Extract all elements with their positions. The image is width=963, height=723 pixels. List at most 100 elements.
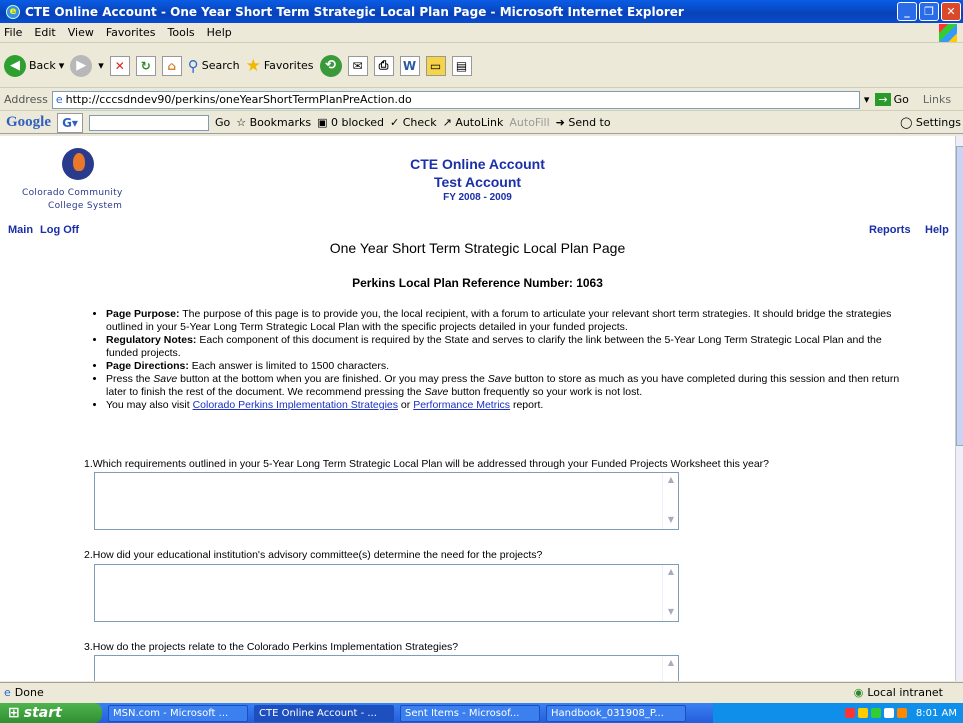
intranet-icon: ◉	[853, 686, 864, 699]
search-button[interactable]: ⚲ Search	[188, 57, 240, 75]
stop-button[interactable]: ✕	[109, 55, 130, 76]
taskbar-item-outlook[interactable]: Sent Items - Microsof...	[400, 704, 540, 722]
close-button[interactable]: ✕	[941, 2, 961, 21]
autofill-button[interactable]: AutoFill	[509, 116, 549, 129]
restore-button[interactable]: ❐	[919, 2, 939, 21]
title-bar: e CTE Online Account - One Year Short Te…	[0, 0, 963, 23]
tray-icon[interactable]	[870, 708, 881, 718]
scrollbar-thumb[interactable]	[956, 146, 963, 446]
links-button[interactable]: Links	[923, 93, 951, 106]
home-button[interactable]: ⌂	[161, 55, 182, 76]
edit-word-button[interactable]: W	[399, 55, 420, 76]
taskbar-item-handbook[interactable]: Handbook_031908_P...	[546, 704, 686, 722]
reference-number: Perkins Local Plan Reference Number: 106…	[352, 276, 603, 290]
taskbar-item-msn[interactable]: MSN.com - Microsoft ...	[108, 704, 248, 722]
tray-icon[interactable]	[883, 708, 894, 718]
instructions-list: Page Purpose: The purpose of this page i…	[106, 308, 906, 412]
back-arrow-icon: ◀	[4, 54, 26, 77]
page-content: Colorado Community College System CTE On…	[0, 136, 955, 681]
address-label: Address	[4, 93, 48, 106]
print-button[interactable]: ⎙	[373, 55, 394, 76]
header-fiscal-year: FY 2008 - 2009	[443, 192, 512, 203]
google-bookmarks-button[interactable]: ☆ Bookmarks	[236, 116, 311, 129]
refresh-button[interactable]: ↻	[135, 55, 156, 76]
nav-logoff-link[interactable]: Log Off	[40, 224, 79, 236]
nav-main-link[interactable]: Main	[8, 224, 33, 236]
taskbar: ⊞ start MSN.com - Microsoft ... CTE Onlin…	[0, 703, 963, 723]
autolink-button[interactable]: ↗ AutoLink	[443, 116, 504, 129]
window-title: CTE Online Account - One Year Short Term…	[25, 4, 684, 19]
question-3: 3.How do the projects relate to the Colo…	[84, 641, 459, 653]
answer-2-textarea[interactable]: ▲ ▼	[94, 564, 679, 622]
menu-help[interactable]: Help	[207, 26, 232, 39]
system-tray: 8:01 AM	[713, 703, 963, 723]
answer-3-textarea[interactable]: ▲	[94, 655, 679, 681]
address-dropdown-icon[interactable]: ▾	[864, 93, 870, 106]
menu-view[interactable]: View	[68, 26, 94, 39]
textarea-scrollbar[interactable]: ▲ ▼	[662, 565, 678, 621]
spell-check-button[interactable]: ✓ Check	[390, 116, 437, 129]
menu-favorites[interactable]: Favorites	[106, 26, 156, 39]
ie-icon: e	[6, 4, 20, 19]
folder-button[interactable]: ▭	[425, 55, 446, 76]
mail-button[interactable]: ✉	[347, 55, 368, 76]
favorites-button[interactable]: ★ Favorites	[246, 56, 314, 76]
list-item: You may also visit Colorado Perkins Impl…	[106, 399, 906, 412]
address-bar: Address e http://cccsdndev90/perkins/one…	[0, 89, 963, 111]
menu-tools[interactable]: Tools	[168, 26, 195, 39]
ie-window: e CTE Online Account - One Year Short Te…	[0, 0, 963, 723]
search-icon: ⚲	[187, 56, 199, 75]
send-to-button[interactable]: ➜ Send to	[556, 116, 611, 129]
go-button[interactable]: → Go	[875, 93, 909, 106]
performance-metrics-link[interactable]: Performance Metrics	[413, 399, 510, 411]
minimize-button[interactable]: _	[897, 2, 917, 21]
forward-button[interactable]: ▶	[70, 54, 93, 77]
page-icon: e	[55, 93, 63, 106]
start-button[interactable]: ⊞ start	[0, 703, 102, 723]
security-zone: Local intranet	[867, 686, 943, 699]
google-settings-button[interactable]: ◯ Settings	[900, 116, 961, 129]
textarea-scrollbar[interactable]: ▲	[662, 656, 678, 681]
question-1: 1.Which requirements outlined in your 5-…	[84, 458, 770, 470]
nav-reports-link[interactable]: Reports	[869, 224, 911, 236]
status-bar: e Done ◉ Local intranet	[0, 682, 963, 702]
taskbar-item-cte[interactable]: CTE Online Account - ...	[254, 704, 394, 722]
status-text: Done	[14, 686, 44, 699]
star-icon: ★	[245, 55, 261, 76]
list-item: Page Purpose: The purpose of this page i…	[106, 308, 906, 334]
answer-1-textarea[interactable]: ▲ ▼	[94, 472, 679, 530]
windows-logo-icon	[939, 24, 957, 42]
clock: 8:01 AM	[915, 707, 957, 719]
google-logo: Google	[6, 114, 51, 130]
textarea-scrollbar[interactable]: ▲ ▼	[662, 473, 678, 529]
list-item: Page Directions: Each answer is limited …	[106, 360, 906, 373]
google-search-input[interactable]	[89, 114, 209, 131]
menu-file[interactable]: File	[4, 26, 22, 39]
standard-toolbar: ◀ Back ▾ ▶ ▾ ✕ ↻ ⌂ ⚲ Search ★ Favorites …	[0, 44, 963, 88]
header-title: CTE Online Account	[410, 156, 545, 172]
tray-icon[interactable]	[844, 708, 855, 718]
go-arrow-icon: →	[875, 93, 891, 106]
list-item: Regulatory Notes: Each component of this…	[106, 334, 906, 360]
history-button[interactable]: ⟲	[319, 54, 342, 77]
popup-blocked-button[interactable]: ▣ 0 blocked	[317, 116, 384, 129]
google-go-button[interactable]: Go	[215, 116, 230, 129]
question-2: 2.How did your educational institution's…	[84, 549, 543, 561]
page-done-icon: e	[4, 686, 11, 699]
google-menu-button[interactable]: G▾	[57, 112, 83, 133]
tray-icon[interactable]	[857, 708, 868, 718]
research-button[interactable]: ▤	[451, 55, 472, 76]
page-scrollbar[interactable]	[955, 136, 963, 681]
menu-bar: File Edit View Favorites Tools Help	[0, 23, 963, 43]
menu-edit[interactable]: Edit	[34, 26, 55, 39]
list-item: Press the Save button at the bottom when…	[106, 373, 906, 399]
header-account: Test Account	[433, 174, 522, 190]
windows-flag-icon: ⊞	[8, 705, 20, 721]
nav-help-link[interactable]: Help	[925, 224, 949, 236]
page-title: One Year Short Term Strategic Local Plan…	[329, 240, 626, 256]
back-button[interactable]: ◀ Back ▾	[4, 54, 64, 77]
address-input[interactable]: e http://cccsdndev90/perkins/oneYearShor…	[51, 90, 860, 109]
strategies-link[interactable]: Colorado Perkins Implementation Strategi…	[193, 399, 398, 411]
google-toolbar: Google G▾ Go ☆ Bookmarks ▣ 0 blocked ✓ C…	[0, 112, 963, 134]
tray-icon[interactable]	[896, 708, 907, 718]
